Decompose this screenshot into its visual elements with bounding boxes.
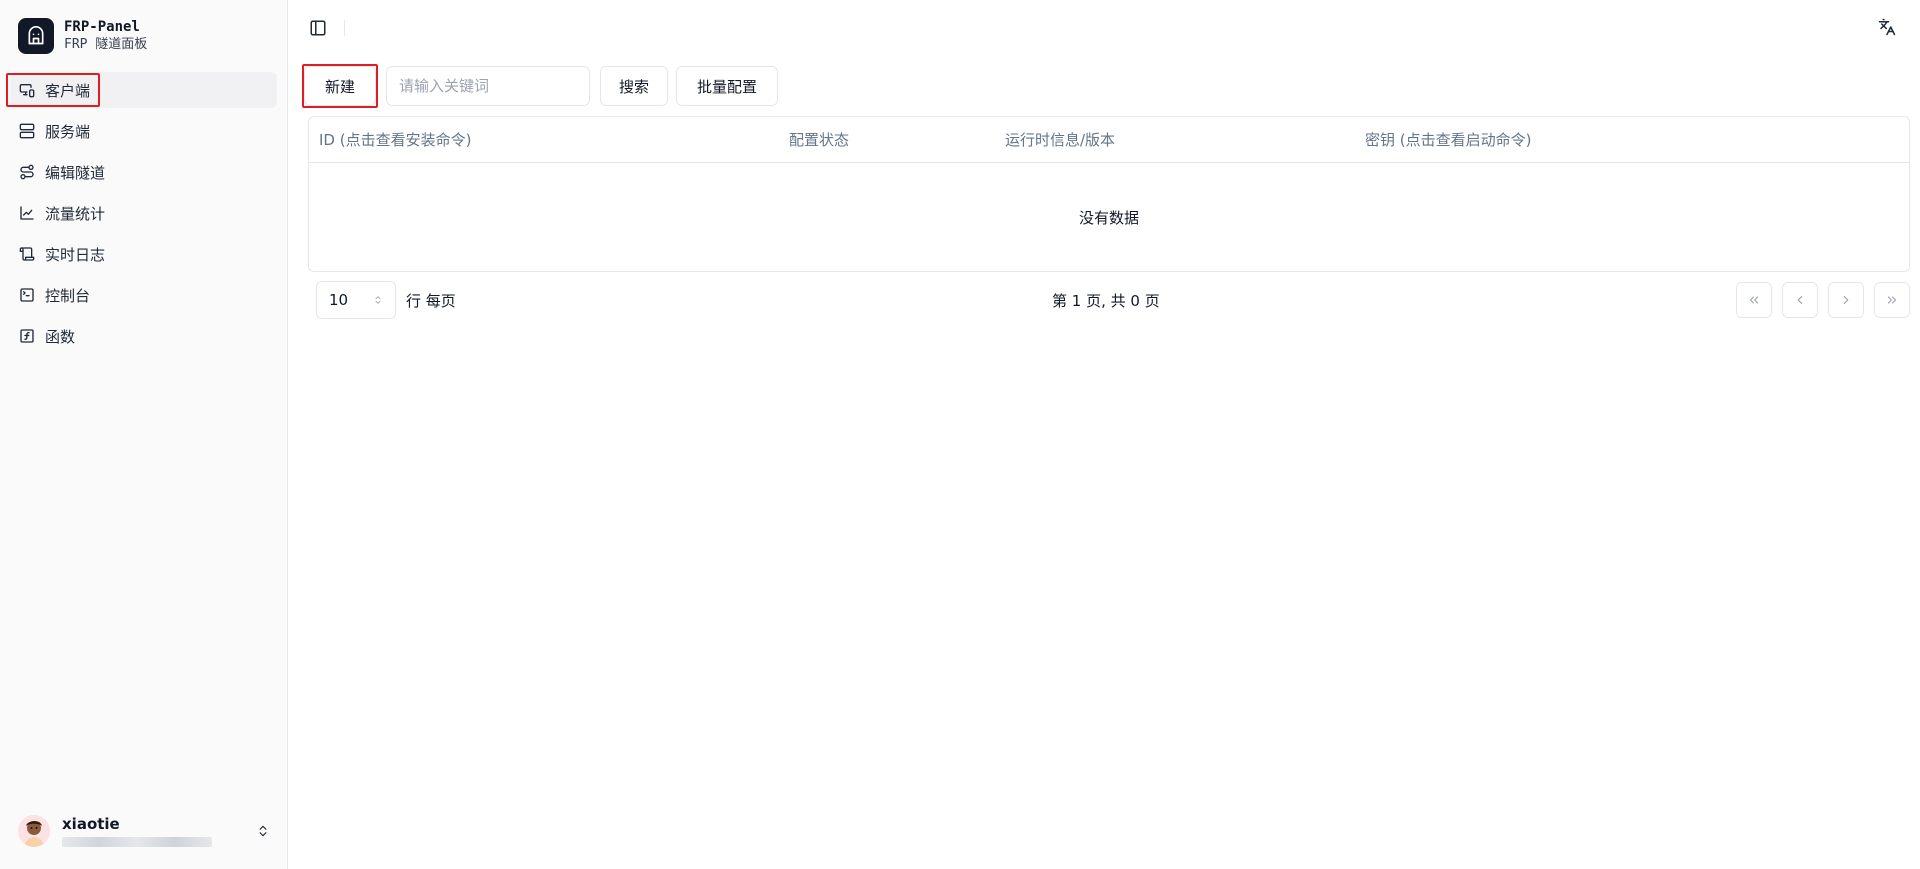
sidebar-item-label: 函数 <box>45 327 76 346</box>
main-content: 新建 搜索 批量配置 ID (点击查看安装命令) 配置状态 运行时信息/版本 密… <box>288 0 1920 869</box>
topbar-divider <box>344 20 345 36</box>
sidebar-item-label: 编辑隧道 <box>45 163 106 182</box>
sidebar-item-edit-tunnel[interactable]: 编辑隧道 <box>10 154 277 190</box>
highlight-box <box>302 64 378 108</box>
topbar <box>288 0 1920 56</box>
sidebar-item-label: 流量统计 <box>45 204 106 223</box>
chevron-left-icon <box>1793 293 1807 307</box>
chevrons-up-down-icon <box>373 294 383 306</box>
app-root: FRP-Panel FRP 隧道面板 客户端 服务端 编辑隧道 流量统计 实时日… <box>0 0 1920 869</box>
user-name: xiaotie <box>62 815 120 833</box>
sidebar-item-traffic-stats[interactable]: 流量统计 <box>10 195 277 231</box>
brand-subtitle: FRP 隧道面板 <box>64 37 148 52</box>
sidebar: FRP-Panel FRP 隧道面板 客户端 服务端 编辑隧道 流量统计 实时日… <box>0 0 288 869</box>
function-icon <box>18 327 36 345</box>
sidebar-item-functions[interactable]: 函数 <box>10 318 277 354</box>
page-size-value: 10 <box>329 291 349 309</box>
sidebar-item-label: 实时日志 <box>45 245 106 264</box>
new-button[interactable]: 新建 <box>302 64 378 108</box>
prev-page-button[interactable] <box>1782 282 1818 318</box>
column-header-runtime-info: 运行时信息/版本 <box>1005 131 1116 149</box>
user-email-redacted <box>62 837 212 847</box>
first-page-button[interactable] <box>1736 282 1772 318</box>
sidebar-item-realtime-log[interactable]: 实时日志 <box>10 236 277 272</box>
next-page-button[interactable] <box>1828 282 1864 318</box>
chevrons-up-down-icon[interactable] <box>254 822 272 840</box>
language-icon[interactable] <box>1876 16 1898 38</box>
column-header-config-status: 配置状态 <box>789 131 850 149</box>
empty-state: 没有数据 <box>1078 208 1139 227</box>
sidebar-item-label: 控制台 <box>45 286 91 305</box>
page-buttons <box>1736 282 1910 318</box>
column-header-id[interactable]: ID (点击查看安装命令) <box>309 129 779 150</box>
clients-table: ID (点击查看安装命令) 配置状态 运行时信息/版本 密钥 (点击查看启动命令… <box>308 116 1910 272</box>
user-menu[interactable]: xiaotie <box>18 809 272 853</box>
chart-icon <box>18 204 36 222</box>
batch-config-button[interactable]: 批量配置 <box>676 66 778 106</box>
sidebar-nav: 客户端 服务端 编辑隧道 流量统计 实时日志 控制台 函数 <box>0 72 287 354</box>
scroll-icon <box>18 245 36 263</box>
brand-header[interactable]: FRP-Panel FRP 隧道面板 <box>0 8 287 64</box>
pagination: 10 行 每页 第 1 页, 共 0 页 <box>316 280 1910 320</box>
highlight-box <box>6 73 100 107</box>
sidebar-item-label: 服务端 <box>45 122 91 141</box>
chevrons-right-icon <box>1885 293 1899 307</box>
brand-title: FRP-Panel <box>64 19 140 35</box>
page-size-select[interactable]: 10 <box>316 281 396 319</box>
toolbar: 新建 搜索 批量配置 <box>288 64 1920 108</box>
server-icon <box>18 122 36 140</box>
table-header: ID (点击查看安装命令) 配置状态 运行时信息/版本 密钥 (点击查看启动命令… <box>309 117 1909 163</box>
terminal-icon <box>18 286 36 304</box>
column-header-secret[interactable]: 密钥 (点击查看启动命令) <box>1355 129 1909 150</box>
sidebar-toggle-icon[interactable] <box>308 18 328 38</box>
chevrons-left-icon <box>1747 293 1761 307</box>
search-button[interactable]: 搜索 <box>600 66 668 106</box>
sidebar-item-console[interactable]: 控制台 <box>10 277 277 313</box>
brand-text: FRP-Panel FRP 隧道面板 <box>64 18 147 54</box>
page-info: 第 1 页, 共 0 页 <box>1052 291 1160 310</box>
building-icon <box>18 18 54 54</box>
route-icon <box>18 163 36 181</box>
rows-per-page-label: 行 每页 <box>406 291 456 310</box>
search-input[interactable] <box>386 66 590 106</box>
user-text: xiaotie <box>62 815 254 847</box>
sidebar-item-client[interactable]: 客户端 <box>6 72 277 108</box>
avatar <box>18 815 50 847</box>
sidebar-item-server[interactable]: 服务端 <box>10 113 277 149</box>
last-page-button[interactable] <box>1874 282 1910 318</box>
chevron-right-icon <box>1839 293 1853 307</box>
